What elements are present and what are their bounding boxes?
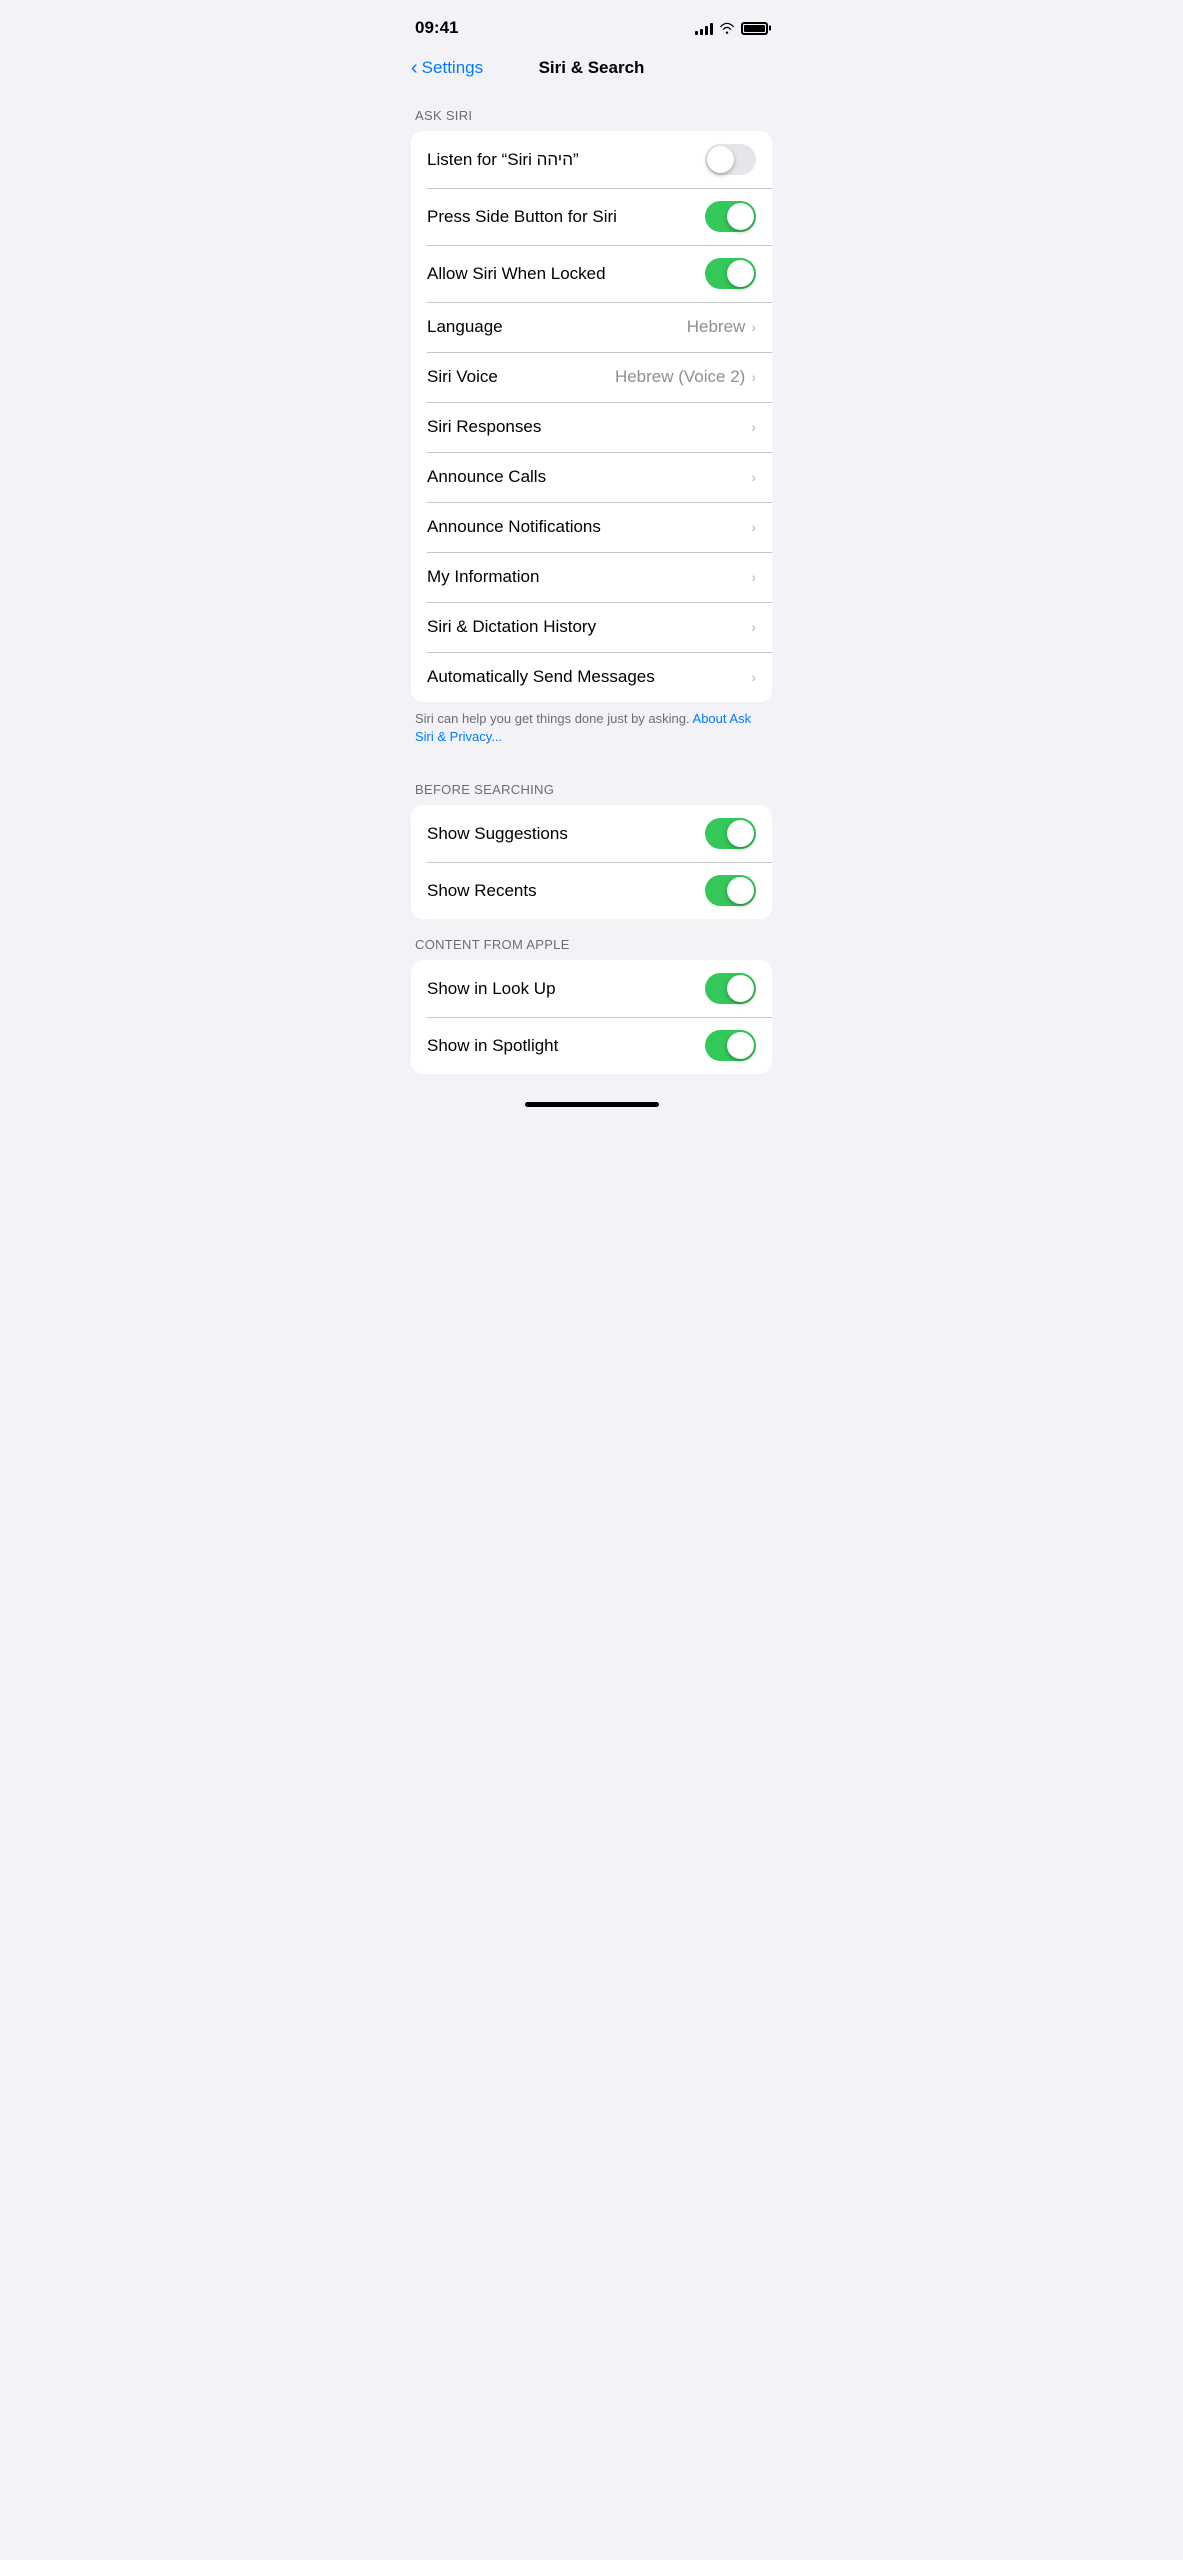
wifi-icon — [719, 22, 735, 34]
section-header-ask-siri: ASK SIRI — [395, 90, 788, 131]
allow-when-locked-label: Allow Siri When Locked — [427, 264, 705, 284]
press-side-button-row[interactable]: Press Side Button for Siri — [411, 188, 772, 245]
section-header-before-searching: BEFORE SEARCHING — [395, 764, 788, 805]
listen-for-siri-label: Listen for “Siri היהה” — [427, 150, 705, 170]
status-bar: 09:41 — [395, 0, 788, 50]
signal-bar-2 — [700, 29, 703, 35]
back-button[interactable]: ‹ Settings — [411, 57, 483, 80]
allow-when-locked-toggle[interactable] — [705, 258, 756, 289]
announce-notifications-label: Announce Notifications — [427, 517, 751, 537]
language-chevron-icon: › — [751, 319, 756, 335]
listen-for-siri-toggle[interactable] — [705, 144, 756, 175]
show-suggestions-toggle[interactable] — [705, 818, 756, 849]
my-information-label: My Information — [427, 567, 751, 587]
page-title: Siri & Search — [539, 58, 645, 78]
show-suggestions-row[interactable]: Show Suggestions — [411, 805, 772, 862]
nav-header: ‹ Settings Siri & Search — [395, 50, 788, 90]
status-icons — [695, 22, 768, 35]
section-header-content-from-apple: CONTENT FROM APPLE — [395, 919, 788, 960]
toggle-knob — [727, 877, 754, 904]
siri-dictation-history-row[interactable]: Siri & Dictation History › — [411, 602, 772, 652]
siri-voice-chevron-icon: › — [751, 369, 756, 385]
toggle-knob — [727, 203, 754, 230]
signal-bars-icon — [695, 22, 713, 35]
show-in-spotlight-row[interactable]: Show in Spotlight — [411, 1017, 772, 1074]
back-chevron-icon: ‹ — [411, 57, 418, 80]
siri-responses-label: Siri Responses — [427, 417, 751, 437]
show-recents-row[interactable]: Show Recents — [411, 862, 772, 919]
ask-siri-footer-text: Siri can help you get things done just b… — [415, 711, 690, 726]
battery-icon — [741, 22, 768, 35]
signal-bar-4 — [710, 23, 713, 35]
toggle-knob — [727, 975, 754, 1002]
announce-notifications-chevron-icon: › — [751, 519, 756, 535]
siri-voice-label: Siri Voice — [427, 367, 615, 387]
siri-dictation-history-chevron-icon: › — [751, 619, 756, 635]
announce-calls-chevron-icon: › — [751, 469, 756, 485]
auto-send-messages-chevron-icon: › — [751, 669, 756, 685]
show-recents-label: Show Recents — [427, 881, 705, 901]
content-from-apple-card: Show in Look Up Show in Spotlight — [411, 960, 772, 1074]
show-in-look-up-label: Show in Look Up — [427, 979, 705, 999]
siri-voice-row[interactable]: Siri Voice Hebrew (Voice 2) › — [411, 352, 772, 402]
announce-notifications-row[interactable]: Announce Notifications › — [411, 502, 772, 552]
signal-bar-1 — [695, 31, 698, 35]
back-button-label: Settings — [422, 58, 483, 78]
show-in-look-up-toggle[interactable] — [705, 973, 756, 1004]
allow-when-locked-row[interactable]: Allow Siri When Locked — [411, 245, 772, 302]
my-information-row[interactable]: My Information › — [411, 552, 772, 602]
announce-calls-row[interactable]: Announce Calls › — [411, 452, 772, 502]
show-in-spotlight-toggle[interactable] — [705, 1030, 756, 1061]
toggle-knob — [707, 146, 734, 173]
show-in-look-up-row[interactable]: Show in Look Up — [411, 960, 772, 1017]
home-indicator-bar — [525, 1102, 659, 1107]
siri-responses-chevron-icon: › — [751, 419, 756, 435]
press-side-button-toggle[interactable] — [705, 201, 756, 232]
language-row[interactable]: Language Hebrew › — [411, 302, 772, 352]
siri-responses-row[interactable]: Siri Responses › — [411, 402, 772, 452]
toggle-knob — [727, 1032, 754, 1059]
auto-send-messages-row[interactable]: Automatically Send Messages › — [411, 652, 772, 702]
auto-send-messages-label: Automatically Send Messages — [427, 667, 751, 687]
ask-siri-footer: Siri can help you get things done just b… — [395, 702, 788, 764]
status-time: 09:41 — [415, 18, 458, 38]
my-information-chevron-icon: › — [751, 569, 756, 585]
signal-bar-3 — [705, 26, 708, 35]
toggle-knob — [727, 820, 754, 847]
language-value: Hebrew — [687, 317, 746, 337]
home-indicator — [395, 1094, 788, 1111]
ask-siri-card: Listen for “Siri היהה” Press Side Button… — [411, 131, 772, 702]
toggle-knob — [727, 260, 754, 287]
show-in-spotlight-label: Show in Spotlight — [427, 1036, 705, 1056]
press-side-button-label: Press Side Button for Siri — [427, 207, 705, 227]
before-searching-card: Show Suggestions Show Recents — [411, 805, 772, 919]
listen-for-siri-row[interactable]: Listen for “Siri היהה” — [411, 131, 772, 188]
announce-calls-label: Announce Calls — [427, 467, 751, 487]
siri-dictation-history-label: Siri & Dictation History — [427, 617, 751, 637]
show-suggestions-label: Show Suggestions — [427, 824, 705, 844]
siri-voice-value: Hebrew (Voice 2) — [615, 367, 745, 387]
language-label: Language — [427, 317, 687, 337]
battery-fill — [744, 25, 765, 32]
show-recents-toggle[interactable] — [705, 875, 756, 906]
